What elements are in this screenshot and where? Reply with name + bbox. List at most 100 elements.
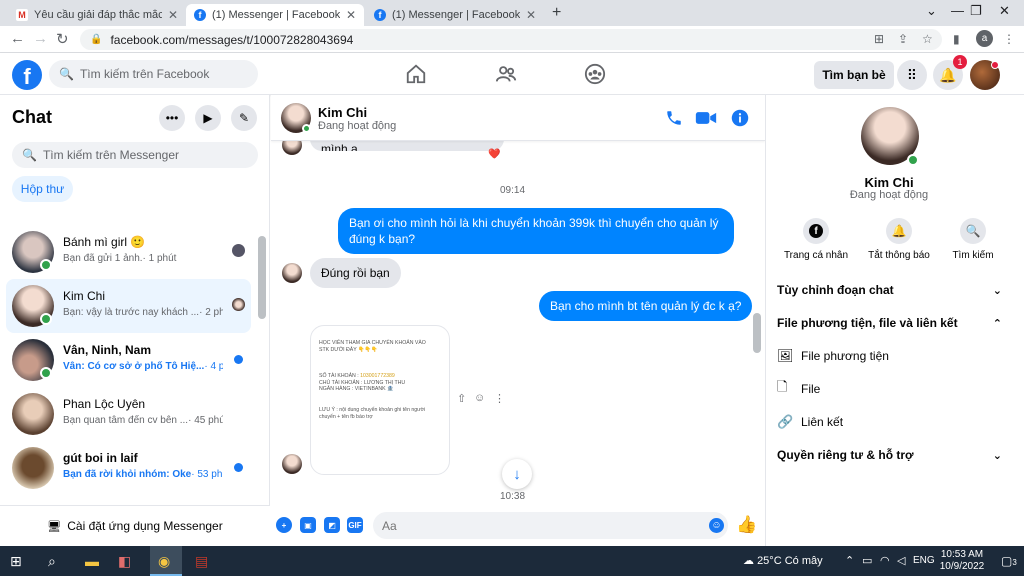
links-item[interactable]: 🔗 Liên kết [777,411,1002,433]
close-tab-icon[interactable]: ✕ [346,8,356,22]
search-icon[interactable]: ⌕ [48,553,56,570]
heart-reaction-icon[interactable]: ❤️ [488,149,500,160]
window-close-button[interactable]: ✕ [999,3,1010,19]
share-icon[interactable]: ⇧ [457,392,466,405]
customize-chat-section[interactable]: Tùy chỉnh đoạn chat ⌄ [777,279,1002,301]
more-options-icon[interactable]: ⋮ [494,392,505,405]
profile-page-button[interactable]: f Trang cá nhân [776,218,856,261]
new-tab-button[interactable]: + [552,4,561,22]
new-message-icon[interactable]: ✎ [231,105,257,131]
emoji-icon[interactable]: ☺ [709,518,724,533]
taskbar-clock[interactable]: 10:53 AM 10/9/2022 [936,549,988,573]
browser-tab-messenger[interactable]: f (1) Messenger | Facebook ✕ [366,4,544,26]
lock-icon: 🔒 [90,34,103,45]
share-icon[interactable]: ⇪ [898,32,908,46]
file-explorer-icon[interactable]: ▬ [85,553,99,569]
image-message[interactable]: HỌC VIÊN THAM GIA CHUYỂN KHOẢN VÀO STK D… [310,325,450,475]
friends-icon[interactable] [495,63,517,85]
close-tab-icon[interactable]: ✕ [168,8,178,22]
restore-button[interactable]: ❐ [970,3,982,19]
message-bubble-outgoing[interactable]: Bạn cho mình bt tên quản lý đc k ạ? [539,291,753,321]
pdf-app-icon[interactable]: ▤ [195,553,208,570]
conversation-item[interactable]: gút boi in laif Bạn đã rời khỏi nhóm: Ok… [6,441,251,495]
translate-icon[interactable]: ⊞ [874,32,884,46]
weather-widget[interactable]: ☁ 25°C Có mây [743,554,823,567]
windows-start-icon[interactable]: ⊞ [10,553,22,570]
online-indicator [40,367,52,379]
browser-tab-gmail[interactable]: M Yêu cầu giải đáp thắc mắc - anhtu ✕ [8,4,186,26]
browser-menu-icon[interactable]: ⋮ [1003,32,1015,46]
image-icon: 🖼 [777,348,794,363]
media-item[interactable]: 🖼 File phương tiện [777,345,1002,367]
install-messenger-button[interactable]: 🖥 Cài đặt ứng dụng Messenger [0,505,270,546]
conversation-item[interactable]: Phan Lộc Uyên Bạn quan tâm đến cv bên ..… [6,387,251,441]
close-tab-icon[interactable]: ✕ [526,8,536,22]
address-bar[interactable]: 🔒 facebook.com/messages/t/10007282804369… [80,29,942,50]
more-options-icon[interactable]: ••• [159,105,185,131]
chat-sidebar: Chat ••• ▶ ✎ 🔍 Tìm kiếm trên Messenger H… [0,95,270,546]
network-icon[interactable]: ▭ [862,554,872,567]
mute-notifications-button[interactable]: 🔔 Tắt thông báo [859,218,939,261]
contact-name[interactable]: Kim Chi [318,105,367,120]
monitor-icon: 🖥 [47,520,62,533]
thumbs-up-icon[interactable]: 👍 [736,515,757,535]
gif-icon[interactable]: GIF [347,517,363,533]
back-arrow-icon[interactable]: ← [10,30,25,47]
inbox-tab[interactable]: Hộp thư [12,176,73,202]
bookmark-star-icon[interactable]: ☆ [922,32,933,46]
sticker-icon[interactable]: ◩ [324,517,340,533]
home-icon[interactable] [405,63,427,85]
find-friends-button[interactable]: Tìm bạn bè [814,61,894,89]
minimize-button[interactable]: — [951,3,964,18]
volume-icon[interactable]: ◁ [897,554,905,567]
link-icon: 🔗 [777,414,794,429]
search-in-conversation-button[interactable]: 🔍 Tìm kiếm [933,218,1013,261]
menu-grid-icon[interactable]: ⠿ [897,60,927,90]
plus-icon[interactable]: + [276,517,292,533]
facebook-logo-icon[interactable]: f [12,60,42,90]
attach-image-icon[interactable]: ▣ [300,517,316,533]
wifi-icon[interactable]: ◠ [880,554,890,567]
message-input[interactable] [373,512,728,539]
message-bubble-outgoing[interactable]: Bạn ơi cho mình hỏi là khi chuyển khoản … [338,208,734,254]
browser-tab-messenger-active[interactable]: f (1) Messenger | Facebook ✕ [186,4,364,26]
conversation-scrollbar[interactable] [753,313,761,353]
account-alert-dot [991,61,999,69]
video-room-icon[interactable]: ▶ [195,105,221,131]
chevron-up-icon: ⌃ [992,317,1002,330]
conversation-panel: Ok bạn nhé nào làm thì nhắn mình ạ ❤️ 09… [271,95,765,546]
chrome-icon[interactable]: ◉ [158,553,170,570]
files-item[interactable]: 🗋 File [777,378,1002,400]
facebook-search-input[interactable]: 🔍 Tìm kiếm trên Facebook [49,60,258,88]
reload-icon[interactable]: ↻ [56,30,69,48]
tab-search-icon[interactable]: ⌄ [926,3,937,19]
contact-status: Đang hoạt động [318,120,397,132]
media-files-links-section[interactable]: File phương tiện, file và liên kết ⌃ [777,312,1002,334]
react-emoji-icon[interactable]: ☺ [474,392,485,404]
phone-call-icon[interactable] [665,109,683,127]
conversation-info-icon[interactable] [731,109,749,127]
message-bubble-incoming[interactable]: Đúng rồi bạn [310,258,401,288]
conversation-item-selected[interactable]: Kim Chi Bạn: vậy là trước nay khách ...·… [6,279,251,333]
sidebar-scrollbar[interactable] [258,236,266,319]
messenger-search-input[interactable]: 🔍 Tìm kiếm trên Messenger [12,142,258,168]
browser-tab-strip: M Yêu cầu giải đáp thắc mắc - anhtu ✕ f … [0,0,1024,26]
browser-profile-avatar[interactable]: a [976,30,993,47]
privacy-support-section[interactable]: Quyền riêng tư & hỗ trợ ⌄ [777,444,1002,466]
notification-center-icon[interactable]: ▢3 [1001,554,1017,568]
forward-arrow-icon[interactable]: → [33,30,48,47]
language-indicator[interactable]: ENG [913,555,935,566]
conversation-item[interactable]: Vân, Ninh, Nam Vân: Có cơ sở ở phố Tô Hi… [6,333,251,387]
online-indicator [40,313,52,325]
group-avatar [12,447,54,489]
tray-chevron-icon[interactable]: ⌃ [845,554,854,567]
seen-avatar-icon [232,298,245,311]
cloud-icon: ☁ [743,555,754,567]
conversation-item[interactable]: Bánh mì girl 🙂 Bạn đã gửi 1 ảnh.· 1 phút [6,225,251,279]
groups-icon[interactable] [584,63,606,85]
video-call-icon[interactable] [695,109,717,127]
browser-toolbar: ← → ↻ 🔒 facebook.com/messages/t/10007282… [0,26,1024,53]
scroll-to-bottom-button[interactable]: ↓ [502,459,532,489]
app-icon[interactable]: ◧ [118,553,131,570]
side-panel-icon[interactable]: ▮ [953,32,960,46]
